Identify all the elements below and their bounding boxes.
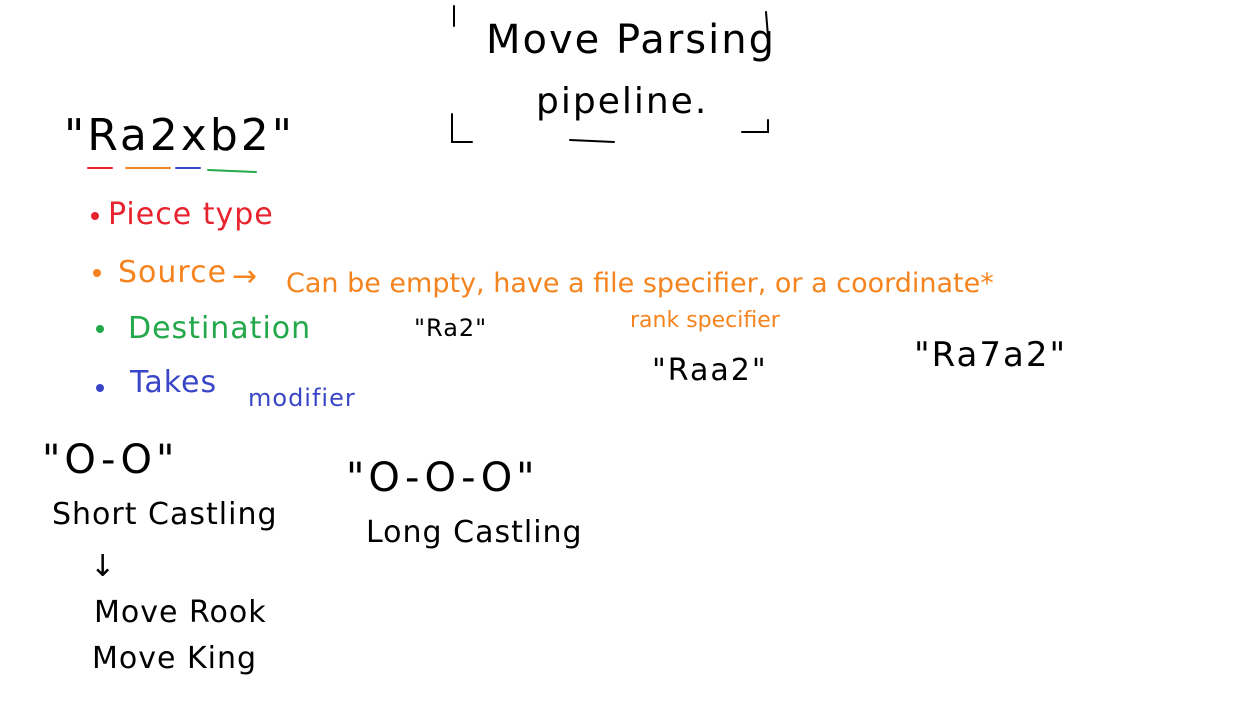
source-note: Can be empty, have a file specifier, or … [286, 268, 994, 299]
short-castling-arrow: ↓ [90, 549, 117, 584]
file-specifier-example: "Ra2" [414, 314, 488, 342]
castling-step-move-rook: Move Rook [94, 595, 267, 630]
title-line-2: pipeline. [536, 81, 709, 122]
source-arrow: → [232, 259, 259, 294]
takes-label: Takes [130, 365, 218, 400]
whiteboard-canvas: Move Parsing pipeline. "Ra2xb2" Piece ty… [0, 0, 1242, 714]
castling-step-move-king: Move King [92, 641, 258, 676]
piece-type-label: Piece type [108, 197, 274, 232]
piece-bullet-dot [91, 212, 99, 220]
move-example: "Ra2xb2" [64, 110, 296, 161]
source-label: Source [118, 255, 228, 290]
long-castling-notation: "O-O-O" [346, 455, 539, 501]
title-bracket-bottom-left [451, 113, 473, 143]
rank-specifier-example: "Raa2" [652, 353, 768, 388]
coordinate-example: "Ra7a2" [914, 335, 1068, 375]
destination-bullet-dot [96, 325, 104, 333]
destination-underline [207, 169, 257, 173]
short-castling-label: Short Castling [52, 497, 278, 532]
source-bullet-dot [93, 269, 101, 277]
title-underline [569, 139, 615, 143]
title-bracket-bottom-right [741, 119, 769, 133]
destination-label: Destination [128, 311, 312, 346]
takes-note: modifier [248, 384, 356, 412]
rank-specifier-label: rank specifier [630, 308, 780, 333]
title-line-1: Move Parsing [486, 17, 776, 63]
takes-bullet-dot [96, 384, 104, 392]
short-castling-notation: "O-O" [42, 437, 179, 483]
long-castling-label: Long Castling [366, 515, 583, 550]
